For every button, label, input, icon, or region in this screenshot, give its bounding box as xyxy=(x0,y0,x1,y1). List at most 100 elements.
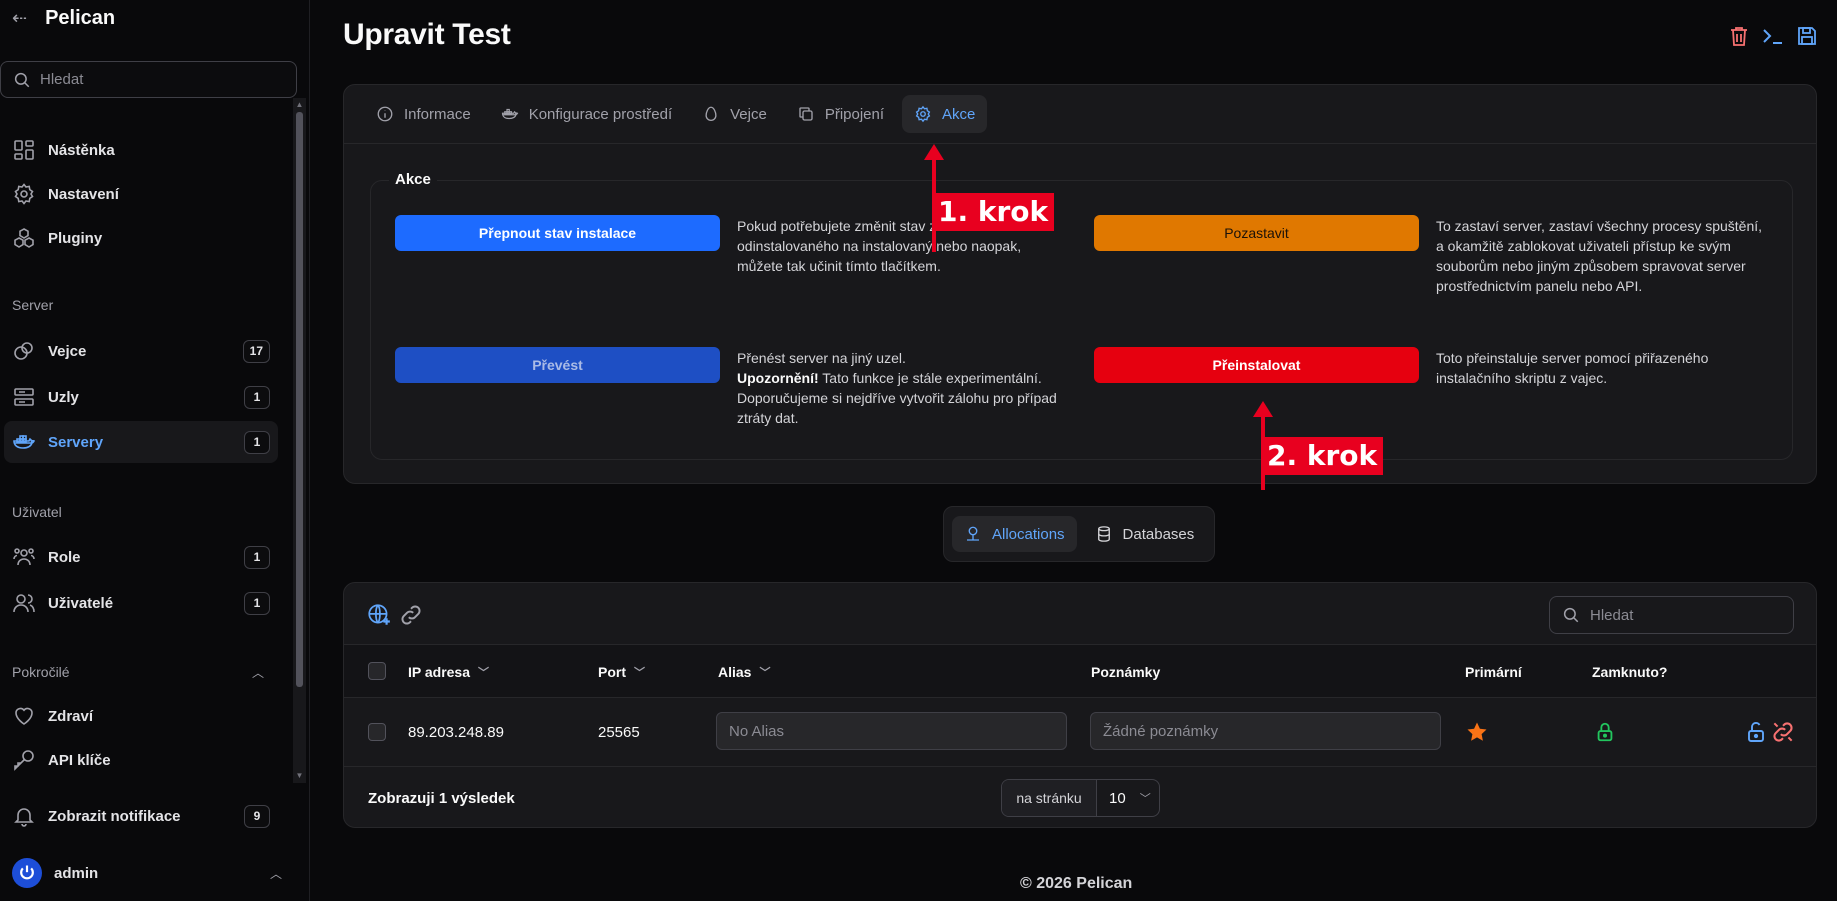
column-label: Port xyxy=(598,663,626,680)
sidebar-item-notifications[interactable]: Zobrazit notifikace 9 xyxy=(4,795,278,837)
table-search[interactable] xyxy=(1549,596,1794,634)
chevron-up-icon[interactable]: ︿ xyxy=(252,664,264,681)
bell-icon xyxy=(14,808,34,827)
tab-label: Konfigurace prostředí xyxy=(528,105,673,123)
sidebar-item-label: Pluginy xyxy=(48,229,103,247)
power-icon xyxy=(20,865,34,880)
gear-icon xyxy=(14,183,34,205)
chevron-up-icon[interactable]: ︿ xyxy=(270,865,282,882)
app-brand[interactable]: Pelican xyxy=(45,7,115,30)
table-row[interactable]: 89.203.248.89 25565 xyxy=(344,698,1816,767)
sidebar-item-label: Nástěnka xyxy=(48,141,115,159)
column-alias[interactable]: Alias ﹀ xyxy=(718,645,770,698)
reinstall-button[interactable]: Přeinstalovat xyxy=(1094,347,1419,383)
chevron-down-icon: ﹀ xyxy=(1139,793,1151,805)
count-badge: 1 xyxy=(244,545,270,569)
per-page-select[interactable]: na stránku 10 ﹀ xyxy=(1001,779,1160,817)
tab-eggs[interactable]: Vejce xyxy=(690,95,779,133)
nav-group-server: Server xyxy=(12,297,54,313)
docker-icon xyxy=(501,108,519,120)
sidebar-item-label: Uživatelé xyxy=(48,594,114,612)
suspend-button[interactable]: Pozastavit xyxy=(1094,215,1419,251)
tab-allocations[interactable]: Allocations xyxy=(952,516,1077,552)
sidebar-item-plugins[interactable]: Pluginy xyxy=(4,217,278,259)
save-icon[interactable] xyxy=(1795,24,1819,48)
sidebar-scrollbar[interactable]: ▲ ▼ xyxy=(293,98,306,783)
sidebar-item-health[interactable]: Zdraví xyxy=(4,695,278,737)
table-toolbar xyxy=(344,583,1816,645)
brand-row: ⇠ Pelican xyxy=(12,6,115,30)
column-ip[interactable]: IP adresa ﹀ xyxy=(408,645,489,698)
sidebar-search[interactable] xyxy=(0,61,297,98)
scroll-down-icon[interactable]: ▼ xyxy=(295,772,304,780)
star-icon[interactable] xyxy=(1465,720,1489,744)
tab-mounts[interactable]: Připojení xyxy=(785,95,896,133)
count-badge: 17 xyxy=(242,339,270,363)
nav-group-advanced[interactable]: Pokročilé xyxy=(12,664,70,680)
trash-icon[interactable] xyxy=(1727,24,1751,48)
network-icon xyxy=(967,526,979,541)
sidebar-item-label: Nastavení xyxy=(48,185,119,203)
transfer-button[interactable]: Převést xyxy=(395,347,720,383)
sidebar-item-dashboard[interactable]: Nástěnka xyxy=(4,129,278,171)
sidebar-item-label: Uzly xyxy=(48,388,79,406)
sidebar-item-label: API klíče xyxy=(48,751,111,769)
tab-label: Allocations xyxy=(992,525,1065,543)
sidebar-item-servers[interactable]: Servery 1 xyxy=(4,421,278,463)
tab-databases[interactable]: Databases xyxy=(1083,516,1207,552)
sidebar-item-label: Zdraví xyxy=(48,707,94,725)
sidebar-item-users[interactable]: Uživatelé 1 xyxy=(4,582,278,624)
sidebar-item-settings[interactable]: Nastavení xyxy=(4,173,278,215)
count-badge: 1 xyxy=(244,385,270,409)
key-icon xyxy=(14,750,34,771)
user-name: admin xyxy=(54,864,99,882)
row-checkbox[interactable] xyxy=(368,723,386,741)
column-primary: Primární xyxy=(1465,663,1522,680)
user-menu[interactable]: admin ︿ xyxy=(12,858,282,888)
cell-port: 25565 xyxy=(598,724,640,741)
unlock-icon[interactable] xyxy=(1744,720,1768,744)
column-port[interactable]: Port ﹀ xyxy=(598,645,645,698)
tab-actions[interactable]: Akce xyxy=(902,95,988,133)
globe-add-icon[interactable] xyxy=(366,602,392,628)
tab-label: Akce xyxy=(942,105,976,123)
sidebar-item-api-keys[interactable]: API klíče xyxy=(4,739,278,781)
notes-input[interactable] xyxy=(1090,712,1441,750)
docker-icon xyxy=(13,435,36,449)
tab-environment[interactable]: Konfigurace prostředí xyxy=(489,95,684,133)
info-icon xyxy=(377,106,393,122)
tab-bar: Informace Konfigurace prostředí Vejce Př… xyxy=(344,85,1816,144)
sidebar-item-eggs[interactable]: Vejce 17 xyxy=(4,330,278,372)
sidebar-item-nodes[interactable]: Uzly 1 xyxy=(4,376,278,418)
toggle-install-button[interactable]: Přepnout stav instalace xyxy=(395,215,720,251)
transfer-description: Přenést server na jiný uzel. Upozornění!… xyxy=(737,348,1067,428)
back-arrow-icon[interactable]: ⇠ xyxy=(12,8,27,29)
console-icon[interactable] xyxy=(1761,24,1785,48)
sidebar-item-label: Zobrazit notifikace xyxy=(48,807,181,825)
per-page-value: 10 xyxy=(1109,789,1126,807)
column-locked: Zamknuto? xyxy=(1592,663,1668,680)
table-search-input[interactable] xyxy=(1590,606,1780,624)
link-icon[interactable] xyxy=(398,602,424,628)
scroll-up-icon[interactable]: ▲ xyxy=(295,101,304,109)
per-page-label: na stránku xyxy=(1002,780,1097,816)
gear-icon xyxy=(915,105,931,123)
alias-input[interactable] xyxy=(716,712,1067,750)
sidebar: ⇠ Pelican ▲ ▼ Nástěnka Nastavení Pluginy… xyxy=(0,0,310,901)
plugins-icon xyxy=(14,228,34,248)
search-icon xyxy=(14,72,30,87)
select-all-checkbox[interactable] xyxy=(368,662,386,680)
tab-informace[interactable]: Informace xyxy=(364,95,483,133)
unlink-icon[interactable] xyxy=(1770,719,1796,745)
search-icon xyxy=(1563,607,1579,623)
copy-icon xyxy=(799,107,813,121)
sidebar-search-input[interactable] xyxy=(40,71,280,88)
annotation-step-1: 1. krok xyxy=(932,193,1055,231)
results-count: Zobrazuji 1 výsledek xyxy=(368,789,515,807)
per-page-value-wrap[interactable]: 10 ﹀ xyxy=(1097,780,1159,816)
sidebar-item-roles[interactable]: Role 1 xyxy=(4,536,278,578)
scroll-thumb[interactable] xyxy=(296,112,303,687)
actions-legend: Akce xyxy=(389,171,437,188)
reinstall-description: Toto přeinstaluje server pomocí přiřazen… xyxy=(1436,350,1709,386)
footer-copyright: © 2026 Pelican xyxy=(1020,875,1133,892)
